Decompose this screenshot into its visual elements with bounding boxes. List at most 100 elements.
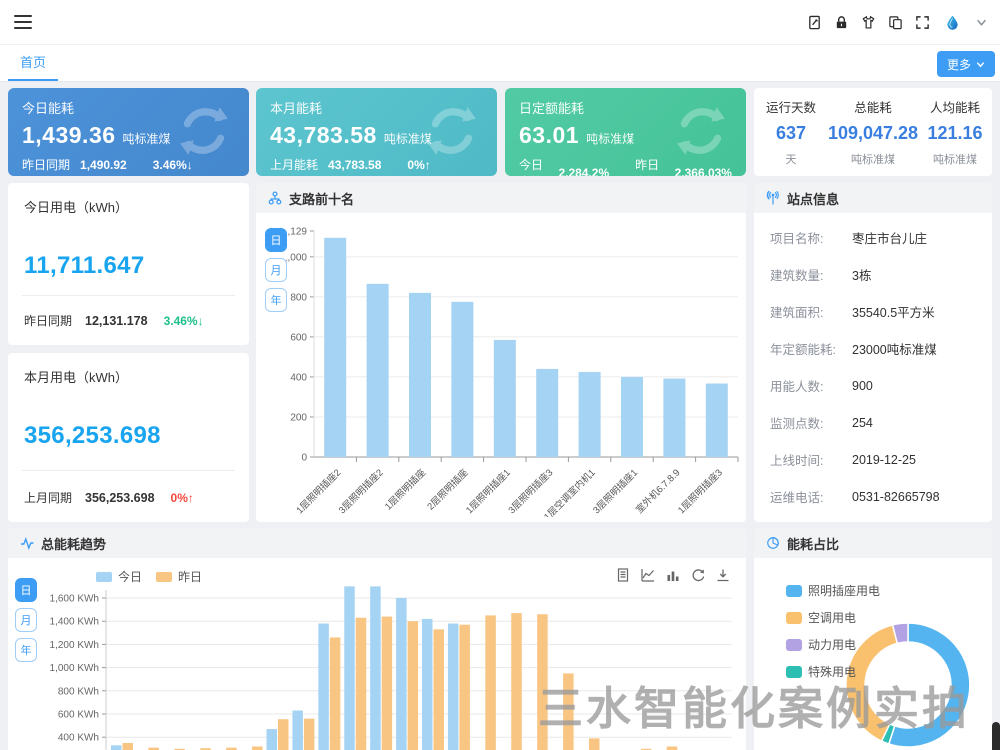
legend-yesterday[interactable]: 昨日 bbox=[156, 568, 202, 585]
menu-toggle-icon[interactable] bbox=[14, 15, 32, 29]
svg-text:1,200 KWh: 1,200 KWh bbox=[50, 640, 99, 651]
site-row-building-area: 建筑面积:35540.5平方米 bbox=[770, 293, 976, 330]
trend-period-tabs: 日 月 年 bbox=[15, 578, 37, 662]
topbar bbox=[0, 0, 1000, 45]
kpi-sub-label: 昨日同期 bbox=[22, 156, 70, 173]
pie-legend: 照明插座用电 空调用电 动力用电 特殊用电 bbox=[786, 582, 880, 680]
refresh-icon[interactable] bbox=[691, 568, 705, 582]
legend-color-box bbox=[786, 639, 802, 651]
kpi-sub-value: 43,783.58 bbox=[328, 158, 381, 172]
svg-text:1,000 KWh: 1,000 KWh bbox=[50, 663, 99, 674]
period-year-button[interactable]: 年 bbox=[15, 638, 37, 662]
chevron-down-icon[interactable] bbox=[973, 14, 990, 31]
period-year-button[interactable]: 年 bbox=[265, 288, 287, 312]
period-month-button[interactable]: 月 bbox=[15, 608, 37, 632]
legend-color-box bbox=[96, 572, 112, 582]
stat-total-energy: 总能耗 109,047.28 吨标准煤 bbox=[828, 88, 918, 176]
stat-per-capita-energy: 人均能耗 121.16 吨标准煤 bbox=[918, 88, 992, 176]
legend-special[interactable]: 特殊用电 bbox=[786, 663, 880, 680]
lock-icon[interactable] bbox=[833, 14, 850, 31]
kpi-unit: 吨标准煤 bbox=[123, 132, 171, 146]
panel-title: 站点信息 bbox=[787, 189, 839, 208]
month-electricity-value: 356,253.698 bbox=[24, 422, 233, 450]
kpi-sub-label: 上月能耗 bbox=[270, 156, 318, 173]
legend-ac[interactable]: 空调用电 bbox=[786, 609, 880, 626]
compare-value: 12,131.178 bbox=[85, 314, 148, 328]
stat-unit: 吨标准煤 bbox=[851, 151, 895, 167]
compare-percent: 3.46%↓ bbox=[164, 314, 204, 328]
stat-unit: 吨标准煤 bbox=[933, 151, 977, 167]
svg-text:3层照明插座1: 3层照明插座1 bbox=[591, 467, 641, 517]
site-row-project-name: 项目名称:枣庄市台儿庄 bbox=[770, 219, 976, 256]
fullscreen-icon[interactable] bbox=[914, 14, 931, 31]
more-button[interactable]: 更多 bbox=[937, 51, 995, 77]
scrollbar-thumb[interactable] bbox=[992, 722, 1000, 750]
legend-power[interactable]: 动力用电 bbox=[786, 636, 880, 653]
svg-text:1,400 KWh: 1,400 KWh bbox=[50, 617, 99, 628]
site-row-building-count: 建筑数量:3栋 bbox=[770, 256, 976, 293]
divider bbox=[22, 470, 235, 471]
energy-share-panel: 能耗占比 照明插座用电 空调用电 动力用电 特殊用电 bbox=[754, 528, 992, 750]
site-row-people-count: 用能人数:900 bbox=[770, 367, 976, 404]
antenna-icon bbox=[766, 191, 780, 205]
pie-icon bbox=[766, 536, 780, 550]
panel-header: 支路前十名 bbox=[256, 183, 746, 213]
compare-label: 上月同期 bbox=[24, 489, 72, 506]
period-day-button[interactable]: 日 bbox=[15, 578, 37, 602]
tabbar: 首页 更多 bbox=[0, 45, 1000, 82]
copy-translate-icon[interactable] bbox=[887, 14, 904, 31]
panel-title: 本月用电（kWh） bbox=[24, 367, 233, 386]
data-view-icon[interactable] bbox=[616, 568, 630, 582]
stat-label: 人均能耗 bbox=[930, 97, 980, 116]
stats-panel: 运行天数 637 天 总能耗 109,047.28 吨标准煤 人均能耗 121.… bbox=[754, 88, 992, 176]
svg-text:800: 800 bbox=[290, 292, 307, 303]
branch-top10-panel: 支路前十名 日 月 年 02004006008001,0001,1291层照明插… bbox=[256, 183, 746, 522]
recycle-icon bbox=[672, 102, 730, 160]
legend-lighting[interactable]: 照明插座用电 bbox=[786, 582, 880, 599]
panel-title: 今日用电（kWh） bbox=[24, 197, 233, 216]
kpi-sub-label: 昨日占比: bbox=[635, 156, 664, 176]
legend-today[interactable]: 今日 bbox=[96, 568, 142, 585]
kpi-sub-percent: 2,366.03% bbox=[675, 166, 732, 176]
kpi-sub-value: 2,284.2% bbox=[558, 166, 609, 176]
chevron-down-icon bbox=[976, 60, 985, 69]
period-day-button[interactable]: 日 bbox=[265, 228, 287, 252]
line-chart-icon[interactable] bbox=[641, 568, 655, 582]
stat-value: 637 bbox=[776, 123, 806, 144]
stat-label: 运行天数 bbox=[766, 97, 816, 116]
compare-value: 356,253.698 bbox=[85, 491, 155, 505]
stat-value: 121.16 bbox=[927, 123, 982, 144]
svg-text:800 KWh: 800 KWh bbox=[58, 686, 99, 697]
today-electricity-value: 11,711.647 bbox=[24, 252, 233, 280]
stat-running-days: 运行天数 637 天 bbox=[754, 88, 828, 176]
legend-color-box bbox=[786, 612, 802, 624]
bar-chart-icon[interactable] bbox=[666, 568, 680, 582]
recycle-icon bbox=[423, 102, 481, 160]
today-electricity-panel: 今日用电（kWh） 11,711.647 昨日同期 12,131.178 3.4… bbox=[8, 183, 249, 345]
site-row-online-date: 上线时间:2019-12-25 bbox=[770, 441, 976, 478]
trend-bar-chart: 1,600 KWh1,400 KWh1,200 KWh1,000 KWh800 … bbox=[40, 560, 738, 750]
svg-text:0: 0 bbox=[301, 453, 307, 464]
panel-title: 总能耗趋势 bbox=[41, 534, 106, 553]
legend-color-box bbox=[156, 572, 172, 582]
svg-text:400: 400 bbox=[290, 372, 307, 383]
period-month-button[interactable]: 月 bbox=[265, 258, 287, 282]
stat-label: 总能耗 bbox=[854, 97, 892, 116]
svg-text:400 KWh: 400 KWh bbox=[58, 733, 99, 744]
svg-text:600: 600 bbox=[290, 332, 307, 343]
site-info-panel: 站点信息 项目名称:枣庄市台儿庄 建筑数量:3栋 建筑面积:35540.5平方米… bbox=[754, 183, 992, 522]
topbar-actions bbox=[806, 0, 990, 45]
tab-home[interactable]: 首页 bbox=[14, 45, 52, 81]
theme-shirt-icon[interactable] bbox=[860, 14, 877, 31]
water-drop-logo[interactable] bbox=[941, 12, 963, 34]
more-button-label: 更多 bbox=[947, 56, 971, 73]
kpi-unit: 吨标准煤 bbox=[586, 132, 634, 146]
panel-header: 站点信息 bbox=[754, 183, 992, 213]
svg-text:1,129: 1,129 bbox=[286, 227, 307, 238]
download-icon[interactable] bbox=[716, 568, 730, 582]
kpi-sub-label: 今日占比: bbox=[519, 156, 548, 176]
clipboard-tool-icon[interactable] bbox=[806, 14, 823, 31]
site-row-monitor-points: 监测点数:254 bbox=[770, 404, 976, 441]
trend-legend: 今日 昨日 bbox=[96, 568, 202, 585]
pulse-icon bbox=[20, 536, 34, 550]
